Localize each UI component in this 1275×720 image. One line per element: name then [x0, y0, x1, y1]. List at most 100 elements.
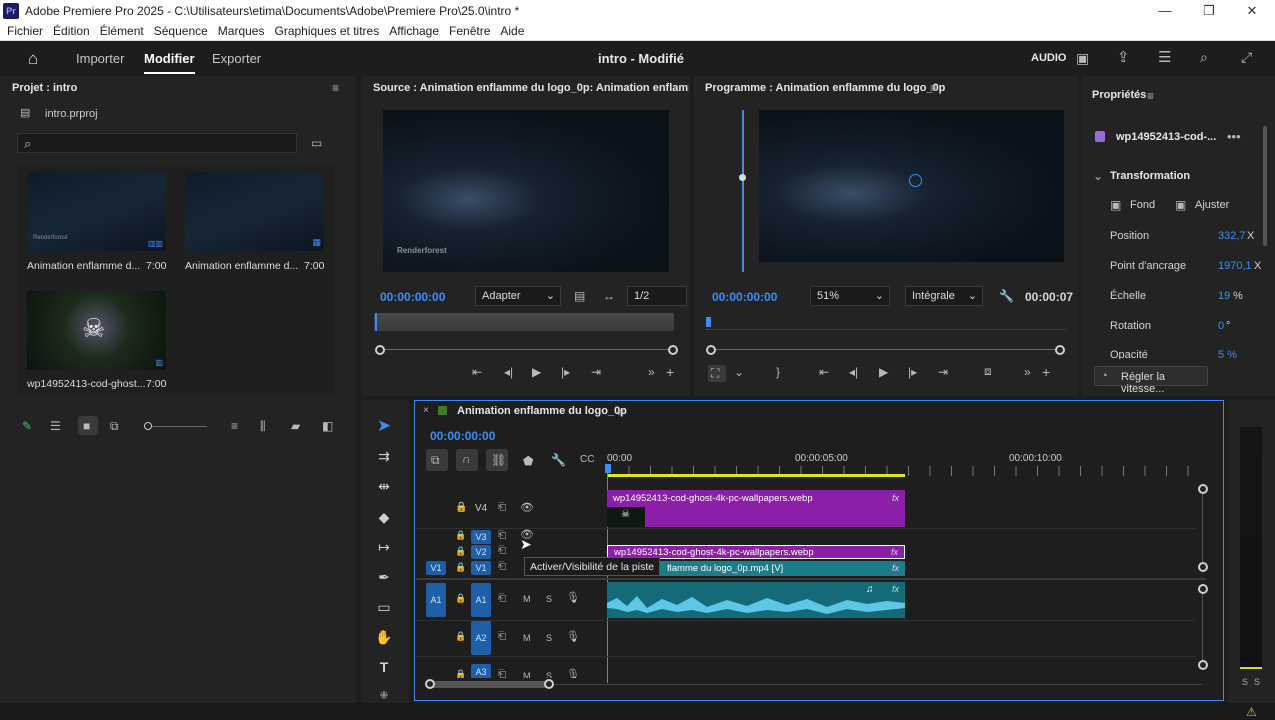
- track-label-a3[interactable]: A3: [471, 664, 491, 678]
- marker-icon[interactable]: ⬟: [523, 455, 533, 467]
- go-to-out-icon[interactable]: ⇥: [938, 366, 948, 378]
- list-view-icon[interactable]: ☰: [50, 420, 61, 432]
- lock-icon[interactable]: 🔒: [455, 563, 466, 572]
- chevron-down-icon[interactable]: ⌄: [1093, 170, 1103, 182]
- fx-badge[interactable]: fx: [892, 563, 899, 573]
- track-label-a1[interactable]: A1: [471, 583, 491, 617]
- project-item-thumbnail[interactable]: ▦: [185, 172, 324, 251]
- source-patch-a1[interactable]: A1: [426, 583, 446, 617]
- microphone-icon[interactable]: 🎙: [566, 632, 580, 643]
- minimize-button[interactable]: —: [1143, 0, 1187, 21]
- tab-exporter[interactable]: Exporter: [212, 51, 261, 66]
- mark-out-icon[interactable]: }: [776, 366, 780, 378]
- audio-vertical-scrollbar[interactable]: [1202, 590, 1203, 665]
- timeline-title[interactable]: Animation enflamme du logo_0p: [457, 405, 627, 417]
- track-label-v3[interactable]: V3: [471, 530, 491, 544]
- captions-icon[interactable]: CC: [580, 455, 594, 465]
- source-patch-v1[interactable]: V1: [426, 561, 446, 575]
- close-tab-icon[interactable]: ×: [423, 406, 429, 416]
- mute-button[interactable]: M: [523, 671, 531, 678]
- sync-lock-icon[interactable]: ⎗: [498, 594, 506, 604]
- zoom-handle-right[interactable]: [544, 679, 554, 689]
- settings-icon[interactable]: ▤: [574, 290, 585, 302]
- position-value[interactable]: 332,7: [1218, 230, 1246, 242]
- razor-tool-icon[interactable]: ◆: [374, 507, 394, 527]
- tab-modifier[interactable]: Modifier: [144, 51, 195, 74]
- sync-lock-icon[interactable]: ⎗: [498, 670, 506, 679]
- zoom-handle-left[interactable]: [425, 679, 435, 689]
- type-tool-icon[interactable]: T: [374, 657, 394, 677]
- play-icon[interactable]: ▶: [532, 366, 541, 378]
- track-select-tool-icon[interactable]: ⇉: [374, 446, 394, 466]
- zoom-handle-right[interactable]: [1055, 345, 1065, 355]
- menu-aide[interactable]: Aide: [500, 24, 524, 38]
- opacity-value[interactable]: 5 %: [1218, 349, 1237, 359]
- sync-lock-icon[interactable]: ⎗: [498, 632, 506, 642]
- export-frame-icon[interactable]: ⧈: [984, 365, 992, 377]
- menu-element[interactable]: Élément: [100, 24, 144, 38]
- step-forward-icon[interactable]: |▸: [561, 366, 570, 378]
- ripple-edit-tool-icon[interactable]: ⇹: [374, 476, 394, 496]
- program-video-frame[interactable]: [759, 110, 1064, 262]
- solo-button[interactable]: S: [546, 671, 552, 678]
- sync-lock-icon[interactable]: ⎗: [498, 503, 506, 513]
- zoom-handle-left[interactable]: [706, 345, 716, 355]
- maximize-button[interactable]: ❐: [1187, 0, 1231, 21]
- microphone-icon[interactable]: 🎙: [566, 593, 580, 604]
- clip-a1[interactable]: ♫ fx: [607, 582, 905, 618]
- guide-handle[interactable]: [739, 174, 746, 181]
- menu-affichage[interactable]: Affichage: [389, 24, 439, 38]
- tab-importer[interactable]: Importer: [76, 51, 124, 66]
- program-guide-line[interactable]: [742, 110, 744, 272]
- panel-menu-icon[interactable]: ≡: [930, 82, 937, 94]
- fx-badge[interactable]: fx: [892, 493, 899, 503]
- add-button-icon[interactable]: +: [666, 365, 674, 379]
- zoom-handle-left[interactable]: [375, 345, 385, 355]
- source-zoom-bar[interactable]: [380, 349, 668, 350]
- more-controls-icon[interactable]: »: [1024, 366, 1031, 378]
- meter-solo-left[interactable]: S: [1242, 677, 1248, 687]
- panel-menu-icon[interactable]: ≡: [332, 82, 339, 94]
- eye-icon[interactable]: 👁: [520, 503, 534, 514]
- scroll-handle[interactable]: [1198, 660, 1208, 670]
- source-video-frame[interactable]: Renderforest: [383, 110, 669, 272]
- meter-solo-right[interactable]: S: [1254, 677, 1260, 687]
- quality-dropdown[interactable]: Intégrale ⌄: [905, 286, 983, 306]
- insert-icon[interactable]: ↔: [603, 290, 615, 302]
- more-tools-icon[interactable]: ⁜: [374, 685, 394, 705]
- rectangle-tool-icon[interactable]: ▭: [374, 597, 394, 617]
- track-label-a2[interactable]: A2: [471, 621, 491, 655]
- lock-icon[interactable]: 🔒: [455, 632, 466, 641]
- step-forward-icon[interactable]: |▸: [908, 366, 917, 378]
- nest-toggle-button[interactable]: ⧉: [426, 449, 448, 471]
- project-item-thumbnail[interactable]: Renderforest ▥▥: [27, 172, 166, 251]
- freeform-view-icon[interactable]: ⧉: [110, 420, 119, 432]
- track-label-v4[interactable]: V4: [475, 503, 487, 514]
- lock-icon[interactable]: 🔒: [455, 670, 466, 679]
- ajuster-button[interactable]: Ajuster: [1195, 199, 1229, 211]
- timeline-horizontal-scrollbar[interactable]: [430, 681, 549, 688]
- share-icon[interactable]: ⇪: [1117, 50, 1130, 65]
- properties-scrollbar[interactable]: [1263, 126, 1267, 246]
- resolution-dropdown[interactable]: 1/2: [627, 286, 687, 306]
- menu-sequence[interactable]: Séquence: [154, 24, 208, 38]
- automate-icon[interactable]: ⫼: [260, 420, 266, 432]
- mute-button[interactable]: M: [523, 594, 531, 604]
- icon-view-button[interactable]: ■: [78, 416, 98, 435]
- solo-button[interactable]: S: [546, 594, 552, 604]
- panel-menu-icon[interactable]: ≡: [1147, 90, 1154, 102]
- timeline-playhead-head[interactable]: [605, 464, 611, 473]
- program-time-ruler[interactable]: [706, 322, 1066, 330]
- lock-icon[interactable]: 🔒: [455, 547, 466, 556]
- zoom-handle-right[interactable]: [668, 345, 678, 355]
- fit-icon[interactable]: ▣: [1175, 199, 1186, 211]
- audio-workspace-button[interactable]: AUDIO: [1031, 52, 1066, 64]
- wrench-icon[interactable]: 🔧: [999, 290, 1014, 302]
- scale-value[interactable]: 19: [1218, 290, 1230, 302]
- scroll-handle[interactable]: [1198, 562, 1208, 572]
- folder-icon[interactable]: ▰: [291, 420, 300, 432]
- fx-badge[interactable]: fx: [891, 547, 898, 557]
- program-playhead[interactable]: [706, 317, 711, 327]
- go-to-in-icon[interactable]: ⇤: [819, 366, 829, 378]
- selection-tool-icon[interactable]: ➤: [374, 416, 394, 436]
